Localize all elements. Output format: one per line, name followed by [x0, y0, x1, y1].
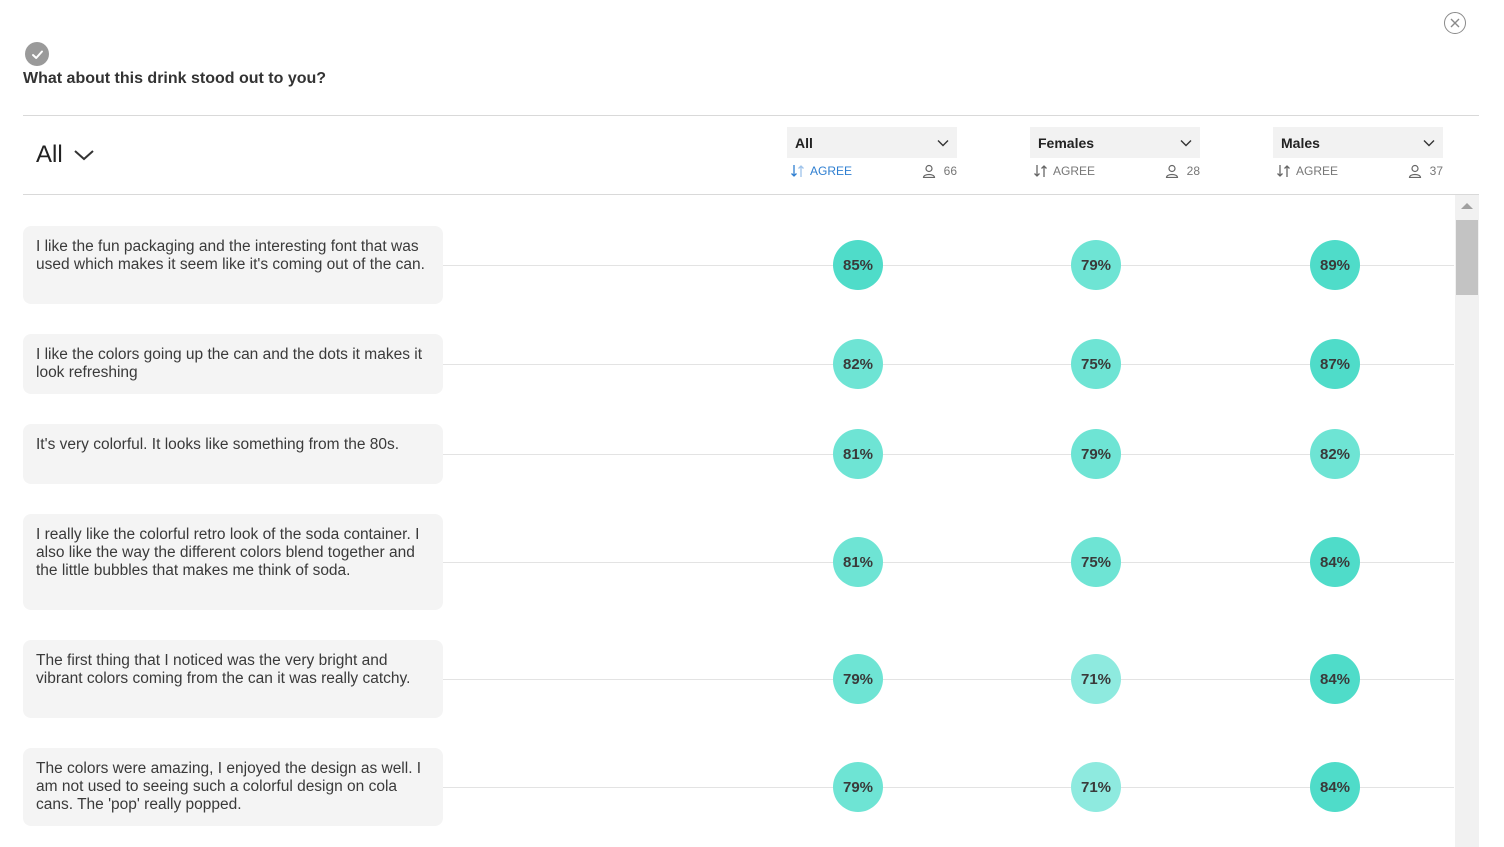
agree-percent-2: 87% [1310, 339, 1360, 389]
agree-percent-1: 75% [1071, 537, 1121, 587]
respondent-count: 37 [1408, 164, 1443, 178]
row-connector-line [443, 787, 1454, 788]
person-icon [1165, 164, 1179, 178]
response-row: I like the colors going up the can and t… [23, 334, 1454, 394]
sort-agree-button[interactable]: AGREE [1033, 164, 1095, 178]
response-text: It's very colorful. It looks like someth… [23, 424, 443, 484]
response-text: The first thing that I noticed was the v… [23, 640, 443, 718]
close-icon [1450, 18, 1460, 28]
segment-select-label: All [795, 135, 813, 151]
response-row: I really like the colorful retro look of… [23, 514, 1454, 610]
row-connector-line [443, 562, 1454, 563]
segment-select-label: Males [1281, 135, 1320, 151]
person-icon [922, 164, 936, 178]
segment-select[interactable]: Females [1030, 127, 1200, 158]
segment-select-label: Females [1038, 135, 1094, 151]
scrollbar[interactable] [1455, 195, 1479, 847]
row-connector-line [443, 454, 1454, 455]
sort-label: AGREE [810, 164, 852, 178]
agree-percent-0: 81% [833, 429, 883, 479]
agree-percent-0: 79% [833, 762, 883, 812]
scroll-thumb[interactable] [1456, 220, 1478, 295]
sort-label: AGREE [1053, 164, 1095, 178]
chevron-down-icon [1180, 139, 1192, 147]
chevron-down-icon [73, 148, 95, 162]
agree-percent-0: 82% [833, 339, 883, 389]
response-row: It's very colorful. It looks like someth… [23, 424, 1454, 484]
segment-column-0: All AGREE 66 [787, 127, 957, 178]
agree-percent-2: 84% [1310, 537, 1360, 587]
respondent-count: 28 [1165, 164, 1200, 178]
segment-column-1: Females AGREE 28 [1030, 127, 1200, 178]
scroll-up-arrow[interactable] [1461, 203, 1473, 209]
agree-percent-0: 79% [833, 654, 883, 704]
agree-percent-2: 84% [1310, 654, 1360, 704]
row-connector-line [443, 679, 1454, 680]
check-icon [31, 48, 44, 61]
segment-select[interactable]: All [787, 127, 957, 158]
row-connector-line [443, 265, 1454, 266]
agree-percent-1: 71% [1071, 654, 1121, 704]
agree-percent-0: 85% [833, 240, 883, 290]
filter-dropdown[interactable]: All [36, 141, 95, 169]
segment-column-2: Males AGREE 37 [1273, 127, 1443, 178]
respondent-count-value: 37 [1430, 164, 1443, 178]
sort-agree-button[interactable]: AGREE [790, 164, 852, 178]
response-row: The colors were amazing, I enjoyed the d… [23, 748, 1454, 826]
response-list: I like the fun packaging and the interes… [23, 195, 1454, 847]
segment-select[interactable]: Males [1273, 127, 1443, 158]
close-button[interactable] [1444, 12, 1466, 34]
respondent-count-value: 66 [944, 164, 957, 178]
sort-label: AGREE [1296, 164, 1338, 178]
sort-icon [1033, 164, 1049, 178]
response-text: I really like the colorful retro look of… [23, 514, 443, 610]
agree-percent-2: 82% [1310, 429, 1360, 479]
agree-percent-1: 79% [1071, 240, 1121, 290]
agree-percent-2: 89% [1310, 240, 1360, 290]
check-badge [25, 42, 49, 66]
question-title: What about this drink stood out to you? [23, 70, 326, 88]
respondent-count: 66 [922, 164, 957, 178]
response-row: The first thing that I noticed was the v… [23, 640, 1454, 718]
response-row: I like the fun packaging and the interes… [23, 226, 1454, 304]
filter-dropdown-label: All [36, 141, 63, 169]
agree-percent-0: 81% [833, 537, 883, 587]
sort-icon [790, 164, 806, 178]
person-icon [1408, 164, 1422, 178]
respondent-count-value: 28 [1187, 164, 1200, 178]
response-text: I like the colors going up the can and t… [23, 334, 443, 394]
response-text: The colors were amazing, I enjoyed the d… [23, 748, 443, 826]
sort-agree-button[interactable]: AGREE [1276, 164, 1338, 178]
agree-percent-1: 79% [1071, 429, 1121, 479]
response-text: I like the fun packaging and the interes… [23, 226, 443, 304]
agree-percent-2: 84% [1310, 762, 1360, 812]
agree-percent-1: 71% [1071, 762, 1121, 812]
sort-icon [1276, 164, 1292, 178]
chevron-down-icon [1423, 139, 1435, 147]
agree-percent-1: 75% [1071, 339, 1121, 389]
header-divider-top [23, 115, 1479, 116]
chevron-down-icon [937, 139, 949, 147]
row-connector-line [443, 364, 1454, 365]
